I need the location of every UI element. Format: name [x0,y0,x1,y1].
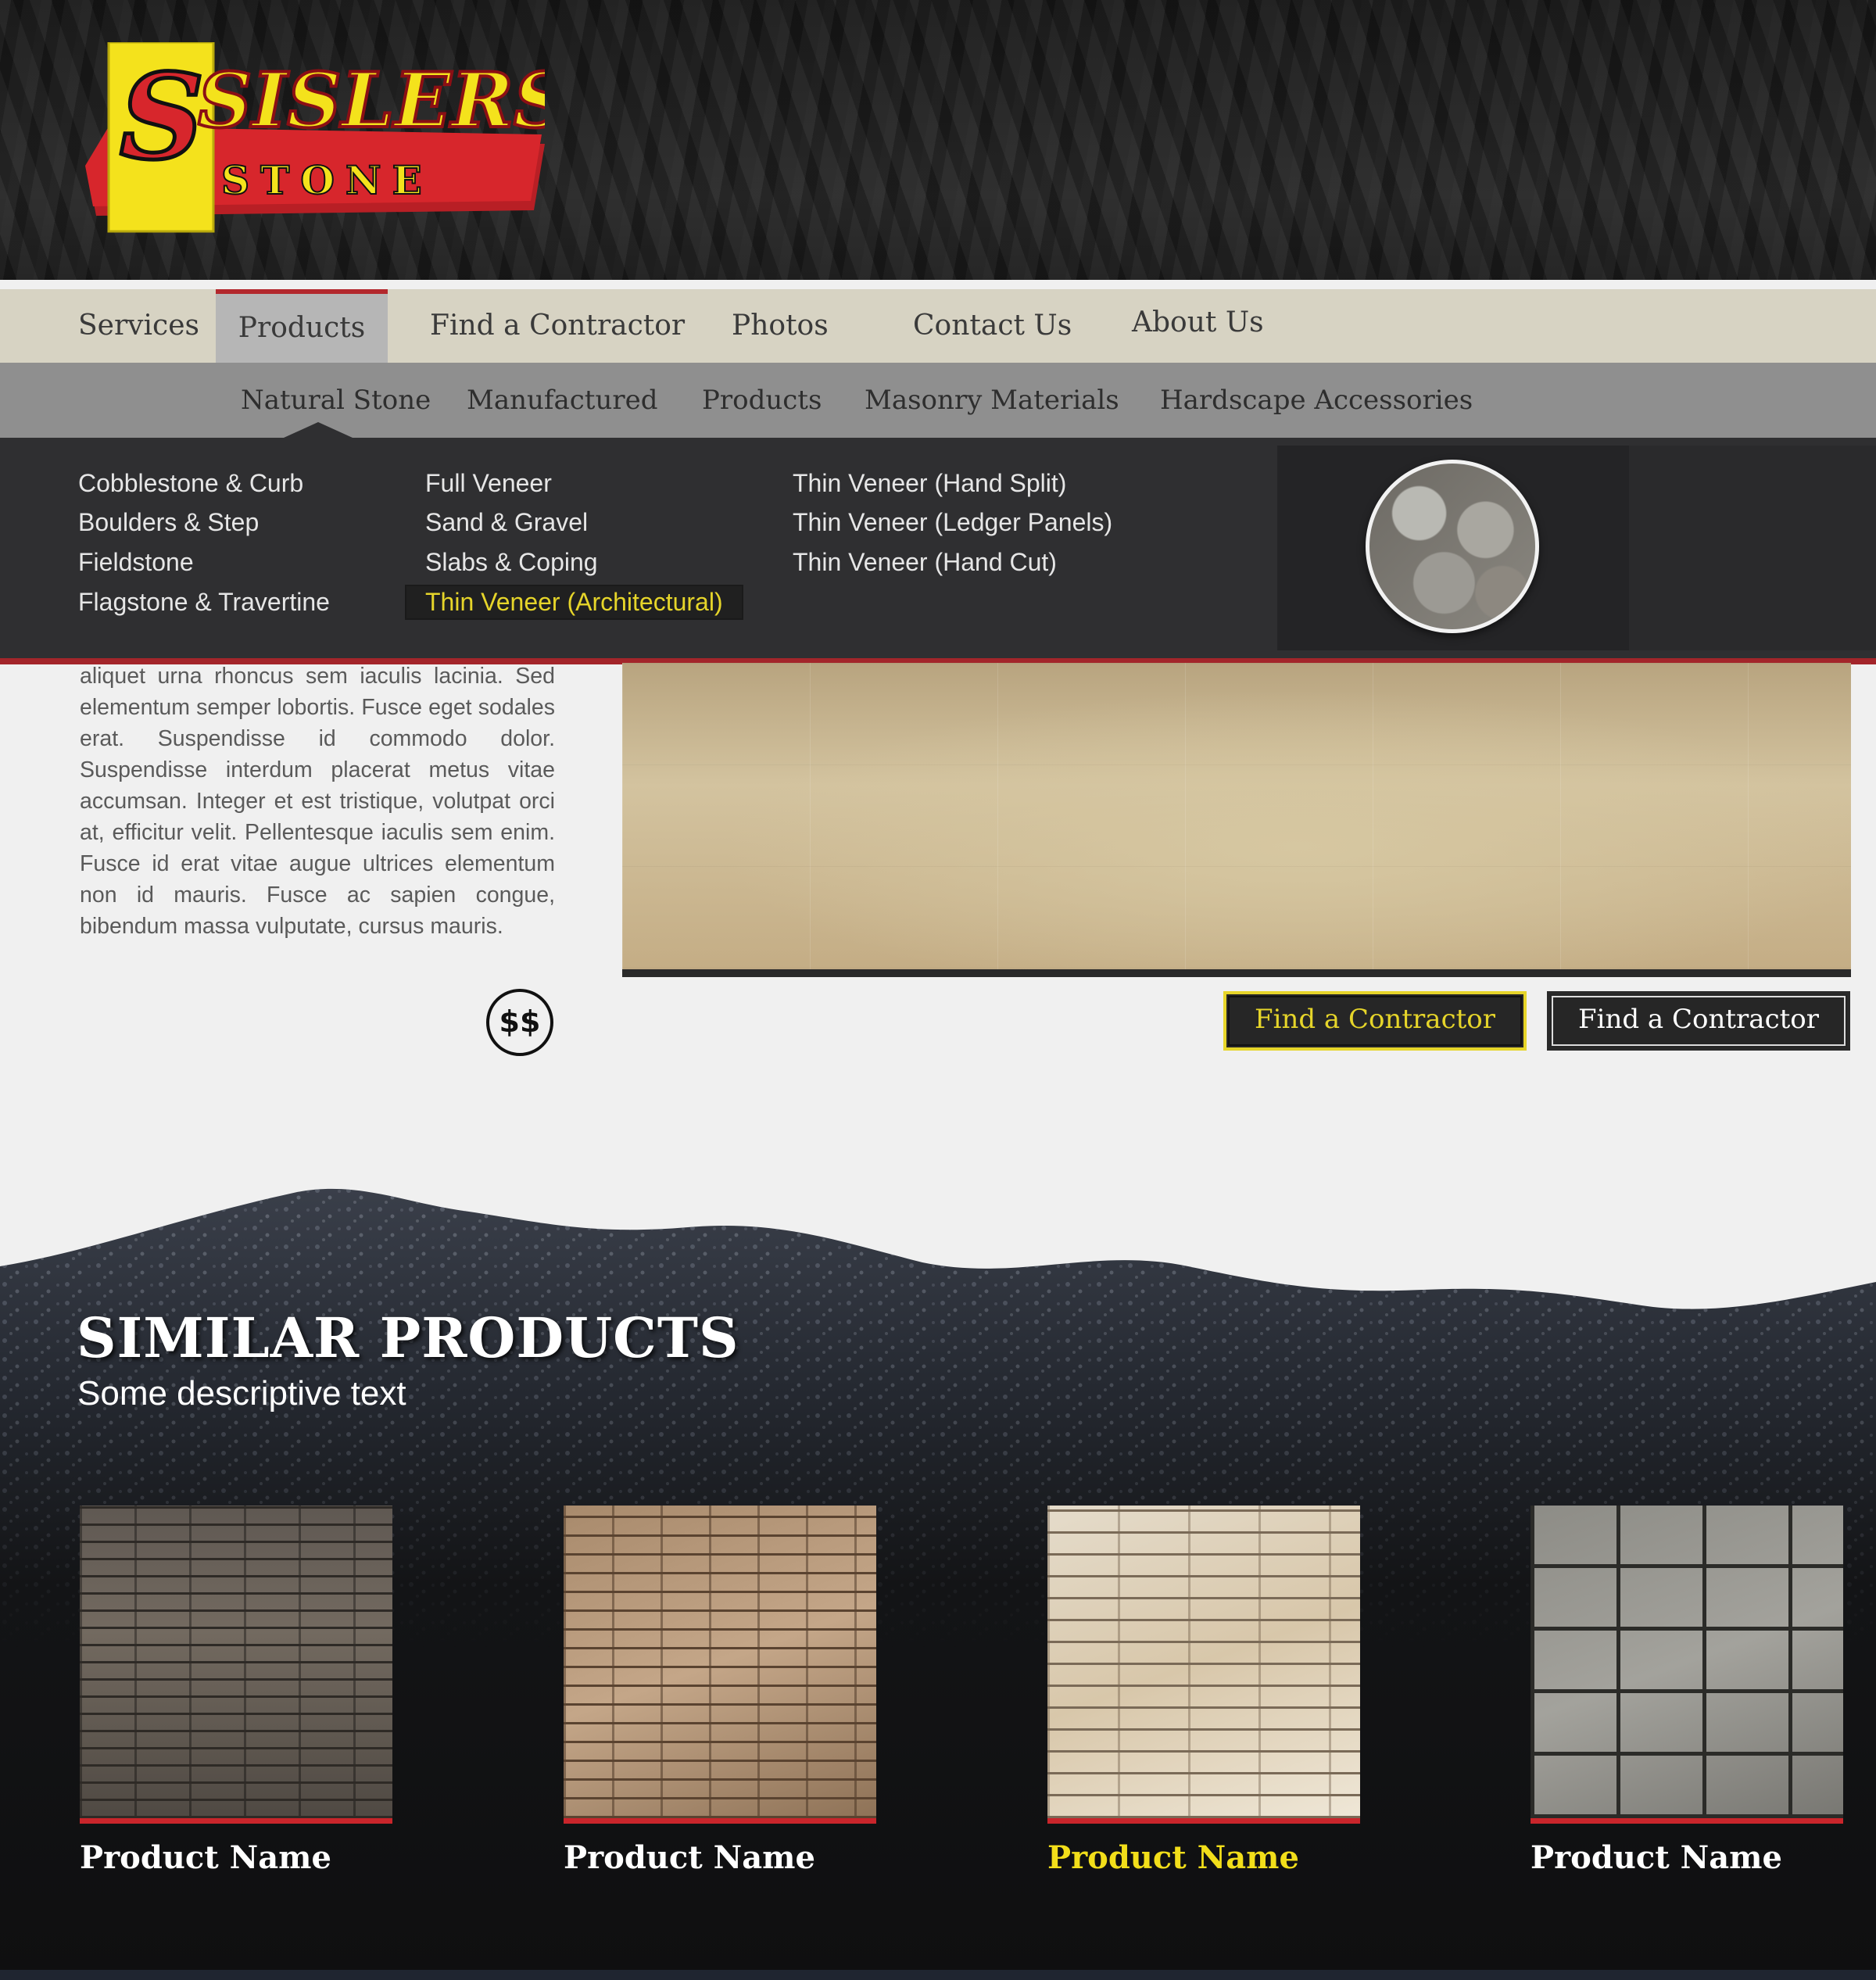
menu-preview-stone-image [1366,460,1539,633]
nav-contact-us[interactable]: Contact Us [913,289,1072,363]
menu-item-slabs-coping[interactable]: Slabs & Coping [425,548,598,577]
menu-item-thin-veneer-hand-cut[interactable]: Thin Veneer (Hand Cut) [793,548,1057,577]
product-name[interactable]: Product Name [564,1839,876,1876]
product-name[interactable]: Product Name [1531,1839,1843,1876]
menu-item-thin-veneer-ledger-panels[interactable]: Thin Veneer (Ledger Panels) [793,508,1112,537]
footer-edge [0,1970,1876,1980]
product-name[interactable]: Product Name [1047,1839,1360,1876]
svg-text:S: S [120,48,204,186]
nav-about-us[interactable]: About Us [1132,286,1264,360]
similar-products-subtitle: Some descriptive text [77,1374,406,1412]
product-card[interactable]: Product Name [1531,1506,1843,1876]
menu-item-full-veneer[interactable]: Full Veneer [425,469,552,498]
main-navigation: Services Products Find a Contractor Phot… [0,289,1876,363]
sub-navigation: Natural Stone Manufactured Products Maso… [0,363,1876,438]
nav-products[interactable]: Products [216,289,388,363]
logo-text-sislers: SISLERS [198,56,545,145]
mega-menu-side-panel [1629,446,1876,650]
sislers-stone-logo[interactable]: S SISLERS STONE [81,41,569,235]
product-card[interactable]: Product Name [1047,1506,1360,1876]
product-main-photo [622,663,1851,977]
logo-text-stone: STONE [221,157,433,203]
menu-item-boulders-step[interactable]: Boulders & Step [78,508,259,537]
nav-find-contractor[interactable]: Find a Contractor [430,289,685,363]
product-card[interactable]: Product Name [80,1506,392,1876]
similar-products-title: SIMILAR PRODUCTS [77,1305,739,1370]
nav-services[interactable]: Services [78,289,199,363]
subnav-masonry-materials[interactable]: Masonry Materials [865,363,1119,438]
product-description: aliquet urna rhoncus sem iaculis lacinia… [80,664,555,939]
find-contractor-button-secondary[interactable]: Find a Contractor [1547,991,1850,1051]
subnav-products[interactable]: Products [702,363,822,438]
menu-item-flagstone-travertine[interactable]: Flagstone & Travertine [78,588,330,617]
subnav-hardscape-accessories[interactable]: Hardscape Accessories [1160,363,1473,438]
product-image[interactable] [564,1506,876,1824]
product-image[interactable] [1531,1506,1843,1824]
product-image[interactable] [80,1506,392,1824]
find-contractor-button-primary[interactable]: Find a Contractor [1223,991,1527,1051]
product-card[interactable]: Product Name [564,1506,876,1876]
price-badge: $$ [486,989,553,1056]
menu-item-thin-veneer-architectural[interactable]: Thin Veneer (Architectural) [405,585,743,620]
menu-item-sand-gravel[interactable]: Sand & Gravel [425,508,588,537]
product-image[interactable] [1047,1506,1360,1824]
active-subnav-pointer [284,422,353,438]
menu-item-cobblestone-curb[interactable]: Cobblestone & Curb [78,469,303,498]
subnav-manufactured[interactable]: Manufactured [467,363,657,438]
product-name[interactable]: Product Name [80,1839,392,1876]
menu-item-fieldstone[interactable]: Fieldstone [78,548,194,577]
menu-item-thin-veneer-hand-split[interactable]: Thin Veneer (Hand Split) [793,469,1066,498]
nav-photos[interactable]: Photos [732,289,829,363]
